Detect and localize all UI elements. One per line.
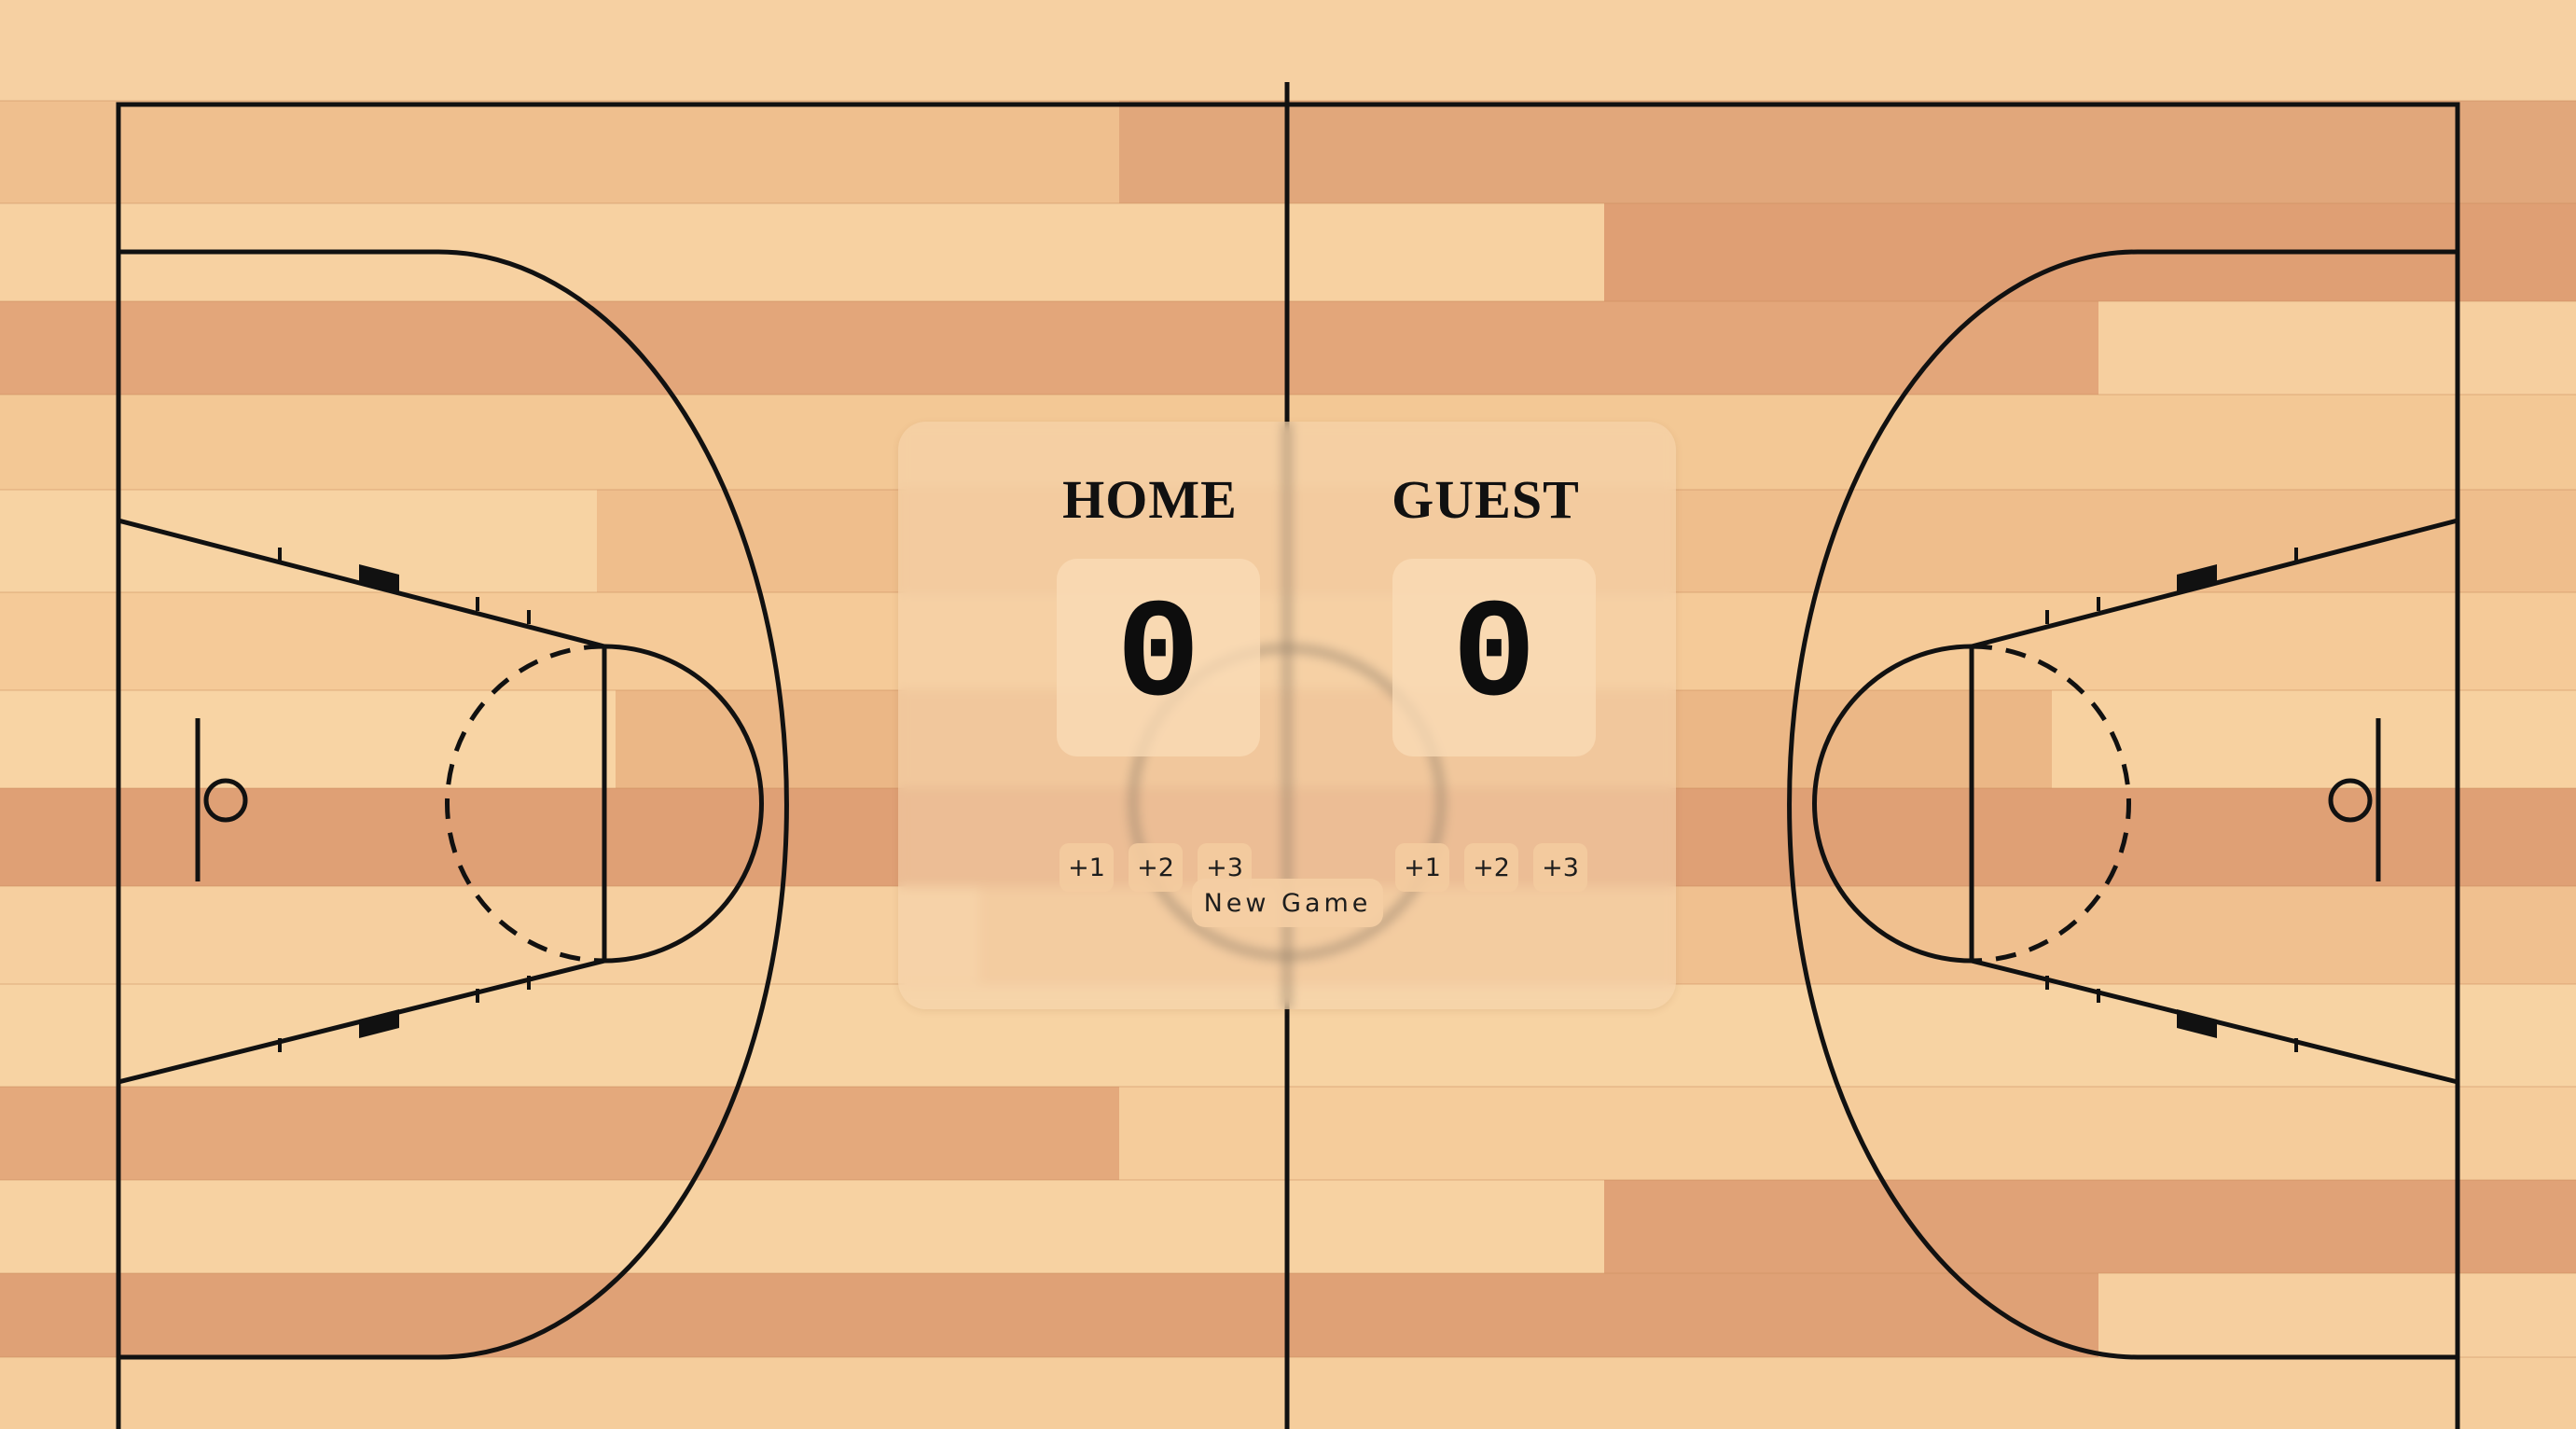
guest-team-panel: GUEST 0 +1 +2 +3 <box>1364 469 1607 892</box>
new-game-button[interactable]: New Game <box>1192 879 1383 927</box>
guest-score-display: 0 <box>1392 559 1596 756</box>
home-score-value: 0 <box>1115 578 1200 737</box>
home-team-label: HOME <box>1062 469 1238 530</box>
guest-add-1-button[interactable]: +1 <box>1395 843 1449 892</box>
guest-add-2-button[interactable]: +2 <box>1464 843 1518 892</box>
guest-points-buttons: +1 +2 +3 <box>1395 843 1600 892</box>
home-add-2-button[interactable]: +2 <box>1129 843 1183 892</box>
guest-team-label: GUEST <box>1392 469 1580 530</box>
home-add-1-button[interactable]: +1 <box>1059 843 1114 892</box>
scoreboard-panel: HOME 0 +1 +2 +3 GUEST 0 +1 +2 +3 New Gam… <box>898 422 1676 1009</box>
guest-score-value: 0 <box>1451 578 1536 737</box>
home-score-display: 0 <box>1057 559 1260 756</box>
guest-add-3-button[interactable]: +3 <box>1533 843 1587 892</box>
home-team-panel: HOME 0 +1 +2 +3 <box>1029 469 1271 892</box>
